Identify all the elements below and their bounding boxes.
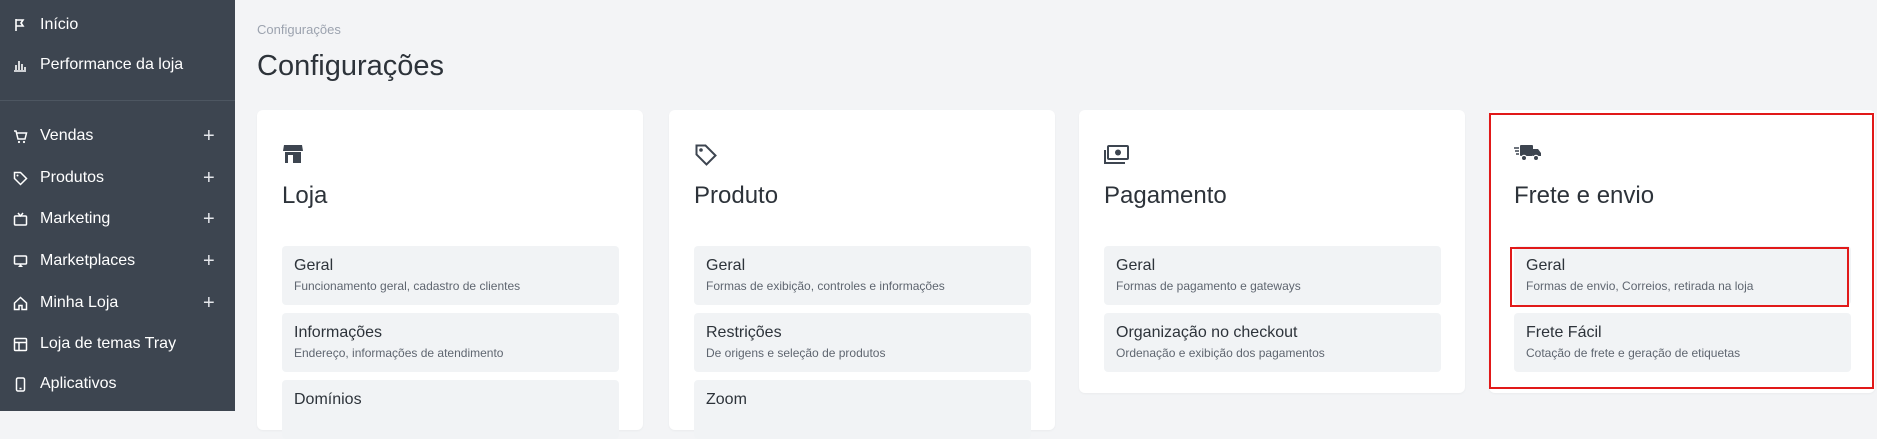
item-title: Geral bbox=[294, 257, 334, 274]
loja-geral-item[interactable]: Geral Funcionamento geral, cadastro de c… bbox=[282, 246, 619, 305]
cart-icon bbox=[12, 128, 28, 144]
item-subtitle: Formas de pagamento e gateways bbox=[1116, 279, 1301, 293]
card-title: Pagamento bbox=[1104, 182, 1227, 209]
home-icon bbox=[12, 295, 28, 311]
sidebar-item-label: Performance da loja bbox=[40, 56, 184, 73]
sidebar-item-label: Produtos bbox=[40, 169, 105, 186]
expand-icon[interactable]: + bbox=[203, 251, 215, 271]
sidebar-item-produtos[interactable]: Produtos + bbox=[0, 160, 235, 196]
item-title: Informações bbox=[294, 324, 383, 341]
bar-chart-icon bbox=[12, 57, 28, 73]
card-pagamento: Pagamento Geral Formas de pagamento e ga… bbox=[1079, 110, 1465, 393]
sidebar-item-label: Marketplaces bbox=[40, 252, 136, 269]
item-subtitle: Formas de exibição, controles e informaç… bbox=[706, 279, 945, 293]
sidebar-item-label: Minha Loja bbox=[40, 294, 119, 311]
item-title: Geral bbox=[1116, 257, 1156, 274]
sidebar-item-marketing[interactable]: Marketing + bbox=[0, 201, 235, 237]
tag-icon bbox=[694, 143, 720, 167]
sidebar-item-label: Vendas bbox=[40, 127, 94, 144]
sidebar-item-marketplaces[interactable]: Marketplaces + bbox=[0, 243, 235, 279]
item-subtitle: Funcionamento geral, cadastro de cliente… bbox=[294, 279, 521, 293]
card-loja: Loja Geral Funcionamento geral, cadastro… bbox=[257, 110, 643, 439]
card-title: Frete e envio bbox=[1514, 182, 1655, 209]
flag-icon bbox=[12, 17, 28, 33]
sidebar-divider bbox=[0, 100, 235, 101]
card-frete-envio: Frete e envio Geral Formas de envio, Cor… bbox=[1489, 110, 1875, 393]
item-subtitle: Endereço, informações de atendimento bbox=[294, 346, 504, 360]
frete-facil-item[interactable]: Frete Fácil Cotação de frete e geração d… bbox=[1514, 313, 1851, 372]
produto-zoom-item[interactable]: Zoom bbox=[694, 380, 1031, 439]
loja-informacoes-item[interactable]: Informações Endereço, informações de ate… bbox=[282, 313, 619, 372]
item-subtitle: Formas de envio, Correios, retirada na l… bbox=[1526, 279, 1754, 293]
expand-icon[interactable]: + bbox=[203, 293, 215, 313]
item-subtitle: De origens e seleção de produtos bbox=[706, 346, 886, 360]
sidebar-item-label: Aplicativos bbox=[40, 375, 117, 392]
card-title: Produto bbox=[694, 182, 779, 209]
expand-icon[interactable]: + bbox=[203, 168, 215, 188]
sidebar-item-label: Marketing bbox=[40, 210, 111, 227]
sidebar-item-loja-de-temas[interactable]: Loja de temas Tray bbox=[0, 326, 235, 362]
card-title: Loja bbox=[282, 182, 328, 209]
item-subtitle: Ordenação e exibição dos pagamentos bbox=[1116, 346, 1325, 360]
pagamento-geral-item[interactable]: Geral Formas de pagamento e gateways bbox=[1104, 246, 1441, 305]
truck-icon bbox=[1514, 143, 1541, 167]
frete-geral-item[interactable]: Geral Formas de envio, Correios, retirad… bbox=[1514, 246, 1851, 305]
sidebar: Início Performance da loja Vendas + Prod… bbox=[0, 0, 235, 411]
sidebar-item-label: Loja de temas Tray bbox=[40, 335, 177, 352]
item-subtitle: Cotação de frete e geração de etiquetas bbox=[1526, 346, 1741, 360]
loja-dominios-item[interactable]: Domínios bbox=[282, 380, 619, 439]
sidebar-item-aplicativos[interactable]: Aplicativos bbox=[0, 366, 235, 402]
page-title: Configurações bbox=[257, 50, 444, 82]
item-title: Organização no checkout bbox=[1116, 324, 1298, 341]
sidebar-item-inicio[interactable]: Início bbox=[0, 7, 235, 43]
tv-icon bbox=[12, 211, 28, 227]
item-title: Domínios bbox=[294, 391, 362, 408]
monitor-icon bbox=[12, 253, 28, 269]
item-title: Restrições bbox=[706, 324, 782, 341]
card-produto: Produto Geral Formas de exibição, contro… bbox=[669, 110, 1055, 439]
expand-icon[interactable]: + bbox=[203, 126, 215, 146]
money-icon bbox=[1104, 143, 1130, 167]
item-title: Frete Fácil bbox=[1526, 324, 1602, 341]
sidebar-item-vendas[interactable]: Vendas + bbox=[0, 118, 235, 154]
layout-icon bbox=[12, 336, 28, 352]
expand-icon[interactable]: + bbox=[203, 209, 215, 229]
phone-icon bbox=[12, 376, 28, 392]
pagamento-organizacao-item[interactable]: Organização no checkout Ordenação e exib… bbox=[1104, 313, 1441, 372]
store-icon bbox=[282, 143, 308, 167]
item-title: Zoom bbox=[706, 391, 747, 408]
sidebar-item-label: Início bbox=[40, 16, 79, 33]
produto-geral-item[interactable]: Geral Formas de exibição, controles e in… bbox=[694, 246, 1031, 305]
produto-restricoes-item[interactable]: Restrições De origens e seleção de produ… bbox=[694, 313, 1031, 372]
tag-icon bbox=[12, 170, 28, 186]
item-title: Geral bbox=[706, 257, 746, 274]
sidebar-item-minha-loja[interactable]: Minha Loja + bbox=[0, 285, 235, 321]
breadcrumb[interactable]: Configurações bbox=[257, 22, 341, 37]
sidebar-item-performance[interactable]: Performance da loja bbox=[0, 47, 235, 83]
item-title: Geral bbox=[1526, 257, 1566, 274]
